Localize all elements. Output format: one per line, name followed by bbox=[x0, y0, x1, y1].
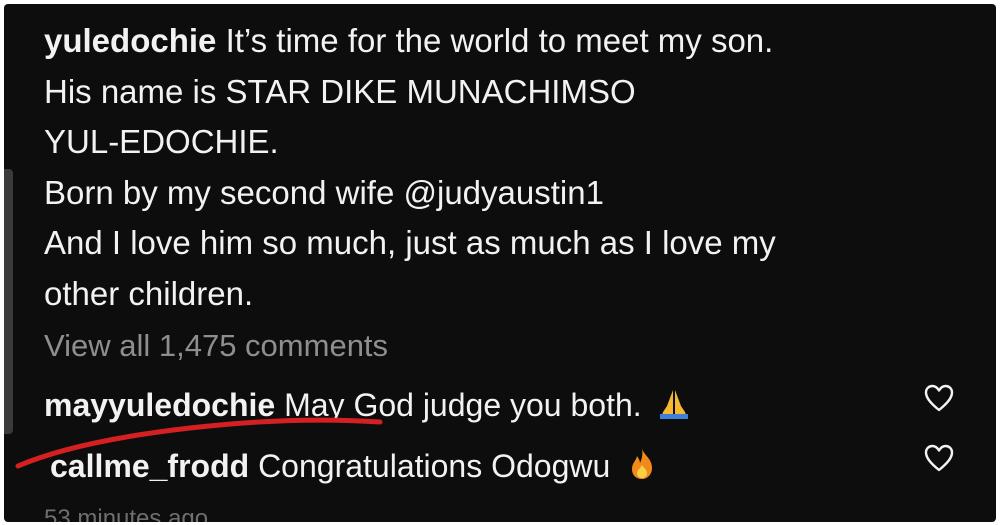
caption-line: Born by my second wife @judyaustin1 bbox=[44, 173, 604, 211]
caption-line: His name is STAR DIKE MUNACHIMSO bbox=[44, 72, 636, 110]
scroll-handle[interactable] bbox=[4, 169, 13, 434]
folded-hands-icon bbox=[659, 390, 688, 419]
fire-icon bbox=[632, 449, 653, 479]
caption-line: And I love him so much, just as much as … bbox=[44, 224, 776, 261]
comment-text: Congratulations Odogwu bbox=[258, 448, 611, 484]
view-all-comments-link[interactable]: View all 1,475 comments bbox=[44, 326, 388, 366]
comment-row: mayyuledochie May God judge you both. bbox=[44, 385, 691, 425]
comment-text: May God judge you both. bbox=[284, 387, 642, 423]
like-heart-icon[interactable] bbox=[924, 444, 954, 472]
caption-line: yuledochie It’s time for the world to me… bbox=[44, 22, 774, 59]
post-timestamp: 53 minutes ago bbox=[44, 505, 209, 522]
comment-username[interactable]: callme_frodd bbox=[50, 448, 249, 484]
comment-row: callme_frodd Congratulations Odogwu bbox=[50, 446, 659, 486]
post-username[interactable]: yuledochie bbox=[44, 22, 216, 59]
instagram-post-panel: yuledochie It’s time for the world to me… bbox=[4, 4, 996, 522]
caption-line: other children. bbox=[44, 274, 254, 312]
post-caption: yuledochie It’s time for the world to me… bbox=[44, 16, 944, 319]
like-heart-icon[interactable] bbox=[924, 384, 954, 412]
comment-username[interactable]: mayyuledochie bbox=[44, 387, 275, 423]
caption-line: YUL-EDOCHIE. bbox=[44, 123, 279, 160]
